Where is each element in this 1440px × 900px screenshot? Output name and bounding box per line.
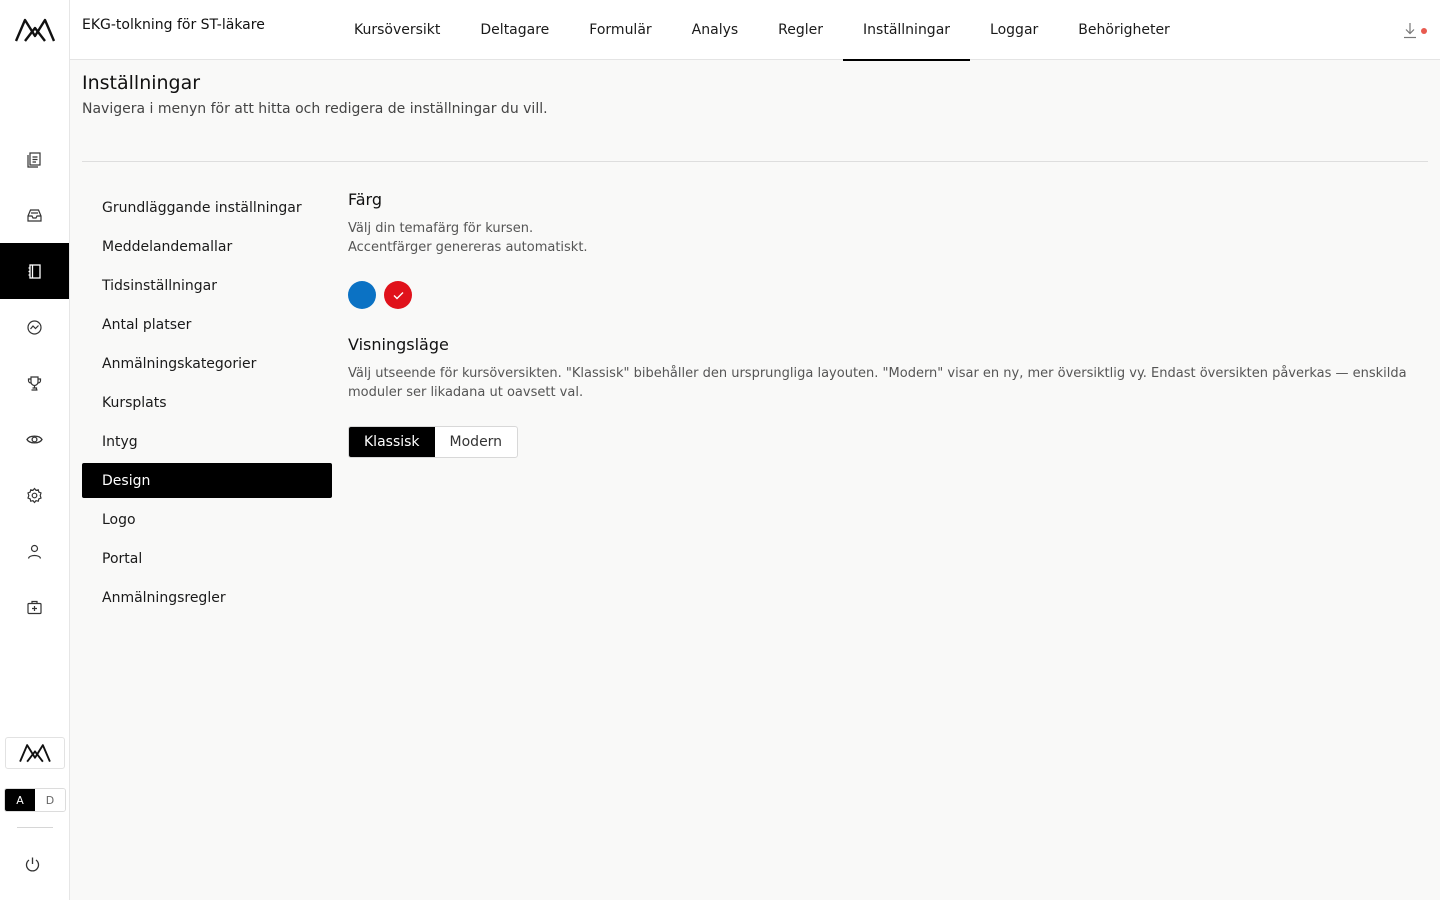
tab-kursoversikt[interactable]: Kursöversikt [334, 0, 460, 60]
tab-installningar[interactable]: Inställningar [843, 0, 971, 61]
tab-behorigheter[interactable]: Behörigheter [1058, 0, 1190, 60]
color-section-title: Färg [348, 190, 382, 209]
color-swatch-blue[interactable] [348, 281, 376, 309]
nav-achievements[interactable] [0, 355, 69, 411]
user-icon [27, 544, 42, 559]
design-settings-panel: Färg Välj din temafärg för kursen. Accen… [348, 190, 1418, 458]
color-description-line2: Accentfärger genereras automatiskt. [348, 240, 588, 255]
menu-item-antal-platser[interactable]: Antal platser [82, 307, 332, 342]
left-rail: A D [0, 0, 70, 900]
nav-courses[interactable] [0, 131, 69, 187]
eye-icon [26, 434, 43, 444]
menu-item-design[interactable]: Design [82, 463, 332, 498]
view-mode-section-title: Visningsläge [348, 335, 449, 354]
color-description-line1: Välj din temafärg för kursen. [348, 221, 534, 236]
menu-item-portal[interactable]: Portal [82, 541, 332, 576]
brand-logo-box[interactable] [5, 737, 65, 769]
nav-medical[interactable] [0, 579, 69, 635]
rail-divider [17, 827, 53, 828]
view-mode-toggle[interactable]: Klassisk Modern [348, 426, 519, 458]
header-divider [82, 161, 1428, 162]
mode-toggle-a[interactable]: A [5, 789, 35, 811]
gear-icon [27, 487, 42, 503]
settings-menu: Grundläggande inställningar Meddelandema… [82, 190, 332, 619]
app-logo-icon[interactable] [14, 16, 56, 44]
tab-regler[interactable]: Regler [758, 0, 843, 60]
brand-logo-icon [19, 744, 51, 763]
trophy-icon [27, 375, 42, 391]
top-bar: EKG-tolkning för ST-läkare Kursöversikt … [70, 0, 1440, 61]
power-icon[interactable] [24, 856, 41, 873]
menu-item-logo[interactable]: Logo [82, 502, 332, 537]
tab-analys[interactable]: Analys [672, 0, 759, 60]
page-title: Inställningar [82, 72, 201, 94]
analytics-icon [27, 319, 42, 335]
notification-dot [1421, 28, 1427, 34]
page-subtitle: Navigera i menyn för att hitta och redig… [82, 101, 548, 117]
view-mode-description: Välj utseende för kursöversikten. "Klass… [348, 366, 1407, 400]
mode-toggle[interactable]: A D [4, 788, 66, 812]
menu-item-kursplats[interactable]: Kursplats [82, 385, 332, 420]
mode-toggle-d[interactable]: D [35, 789, 65, 811]
menu-item-anmalningsregler[interactable]: Anmälningsregler [82, 580, 332, 615]
download-icon[interactable] [1402, 22, 1428, 40]
nav-inbox[interactable] [0, 187, 69, 243]
courses-icon [27, 151, 41, 168]
check-icon [393, 291, 403, 299]
menu-item-intyg[interactable]: Intyg [82, 424, 332, 459]
course-title: EKG-tolkning för ST-läkare [82, 17, 265, 33]
nav-preview[interactable] [0, 411, 69, 467]
nav-analytics[interactable] [0, 299, 69, 355]
top-tabs: Kursöversikt Deltagare Formulär Analys R… [334, 0, 1190, 61]
inbox-icon [27, 208, 42, 222]
menu-item-tidsinstallningar[interactable]: Tidsinställningar [82, 268, 332, 303]
nav-settings[interactable] [0, 467, 69, 523]
notebook-icon [28, 263, 41, 279]
color-swatches [348, 281, 1418, 309]
tab-deltagare[interactable]: Deltagare [460, 0, 569, 60]
view-mode-option-modern[interactable]: Modern [435, 427, 518, 457]
menu-item-grundlaggande[interactable]: Grundläggande inställningar [82, 190, 332, 225]
color-swatch-red[interactable] [384, 281, 412, 309]
tab-formular[interactable]: Formulär [569, 0, 671, 60]
tab-loggar[interactable]: Loggar [970, 0, 1058, 60]
nav-profile[interactable] [0, 523, 69, 579]
menu-item-anmalningskategorier[interactable]: Anmälningskategorier [82, 346, 332, 381]
medical-kit-icon [27, 600, 42, 614]
view-mode-option-klassisk[interactable]: Klassisk [349, 427, 435, 457]
nav-notebook[interactable] [0, 243, 69, 299]
menu-item-meddelandemallar[interactable]: Meddelandemallar [82, 229, 332, 264]
